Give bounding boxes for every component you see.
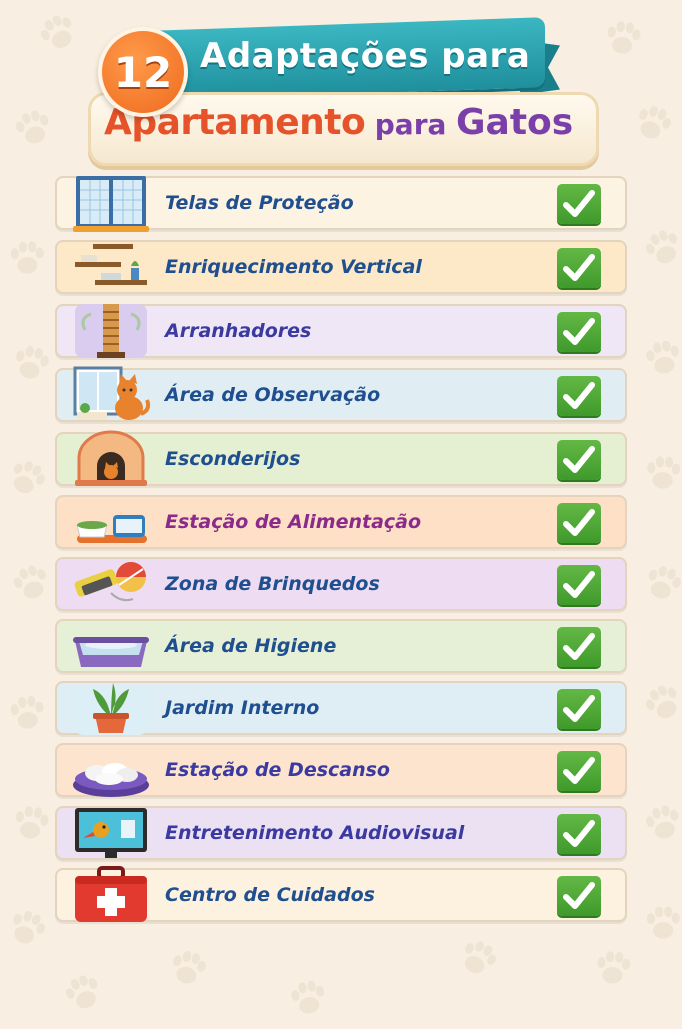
checkmark-icon [557,248,601,288]
paw-print-icon [588,943,637,992]
item-label: Área de Higiene [165,635,337,657]
checklist-item: Entretenimento Audiovisual [55,806,627,860]
paw-print-icon [160,940,215,995]
window-cat-icon [71,364,151,426]
tv-bird-icon [71,802,151,864]
checkmark-icon [557,503,601,543]
title-connector: para [374,108,447,141]
first-aid-kit-icon [71,864,151,926]
header: Adaptações para Apartamento para Gatos 1… [0,0,682,175]
checkmark-icon [557,565,601,605]
paw-print-icon [2,554,61,613]
cat-bed-icon [71,739,151,801]
checkmark-icon [557,312,601,352]
paw-print-icon [636,331,682,385]
toys-icon [71,553,151,615]
checklist-item: Jardim Interno [55,681,627,735]
count-badge: 12 [98,27,188,117]
paw-print-icon [53,963,114,1024]
item-label: Telas de Proteção [165,192,354,214]
checklist-item: Zona de Brinquedos [55,557,627,611]
paw-print-icon [2,688,53,739]
wall-shelves-icon [71,236,151,298]
checkmark-icon [557,751,601,791]
checklist-item: Esconderijos [55,430,627,486]
checklist-item: Centro de Cuidados [55,866,627,922]
paw-print-icon [0,898,57,958]
checkmark-icon [557,627,601,667]
paw-print-icon [5,797,57,849]
litter-box-icon [71,615,151,677]
item-label: Esconderijos [165,448,301,470]
checklist-item: Área de Higiene [55,619,627,673]
window-screen-icon [71,172,151,234]
paw-print-icon [0,447,58,509]
item-label: Estação de Descanso [165,759,390,781]
scratching-post-icon [71,300,151,362]
checklist-item: Área de Observação [55,366,627,422]
checkmark-icon [557,814,601,854]
paw-print-icon [634,554,682,611]
item-label: Jardim Interno [165,697,320,719]
paw-print-icon [281,971,334,1024]
item-label: Centro de Cuidados [165,884,375,906]
item-label: Área de Observação [165,384,381,406]
title-line-2: Apartamento para Gatos [104,102,573,143]
item-label: Entretenimento Audiovisual [165,822,465,844]
title-line-1: Adaptações para [200,36,531,76]
checklist-item: Estação de Alimentação [55,495,627,549]
checklist-item: Arranhadores [55,304,627,358]
checkmark-icon [557,440,601,480]
paw-print-icon [3,234,51,282]
title-end: Gatos [455,102,574,143]
cat-hideout-icon [71,428,151,490]
item-label: Arranhadores [165,320,312,342]
paw-print-icon [640,900,682,947]
checklist-item: Enriquecimento Vertical [55,240,627,294]
potted-plant-icon [71,677,151,739]
paw-print-icon [639,449,682,497]
item-label: Zona de Brinquedos [165,573,380,595]
paw-print-icon [632,217,682,278]
item-label: Enriquecimento Vertical [165,256,422,278]
checklist-item: Telas de Proteção [55,176,627,232]
checklist-item: Estação de Descanso [55,743,627,797]
checkmark-icon [557,376,601,416]
checkmark-icon [557,689,601,729]
paw-print-icon [632,672,682,735]
paw-print-icon [4,336,59,391]
paw-print-icon [447,927,509,989]
checkmark-icon [557,876,601,916]
checkmark-icon [557,184,601,224]
paw-print-icon [635,795,682,851]
item-label: Estação de Alimentação [165,511,422,533]
food-bowls-icon [71,491,151,553]
